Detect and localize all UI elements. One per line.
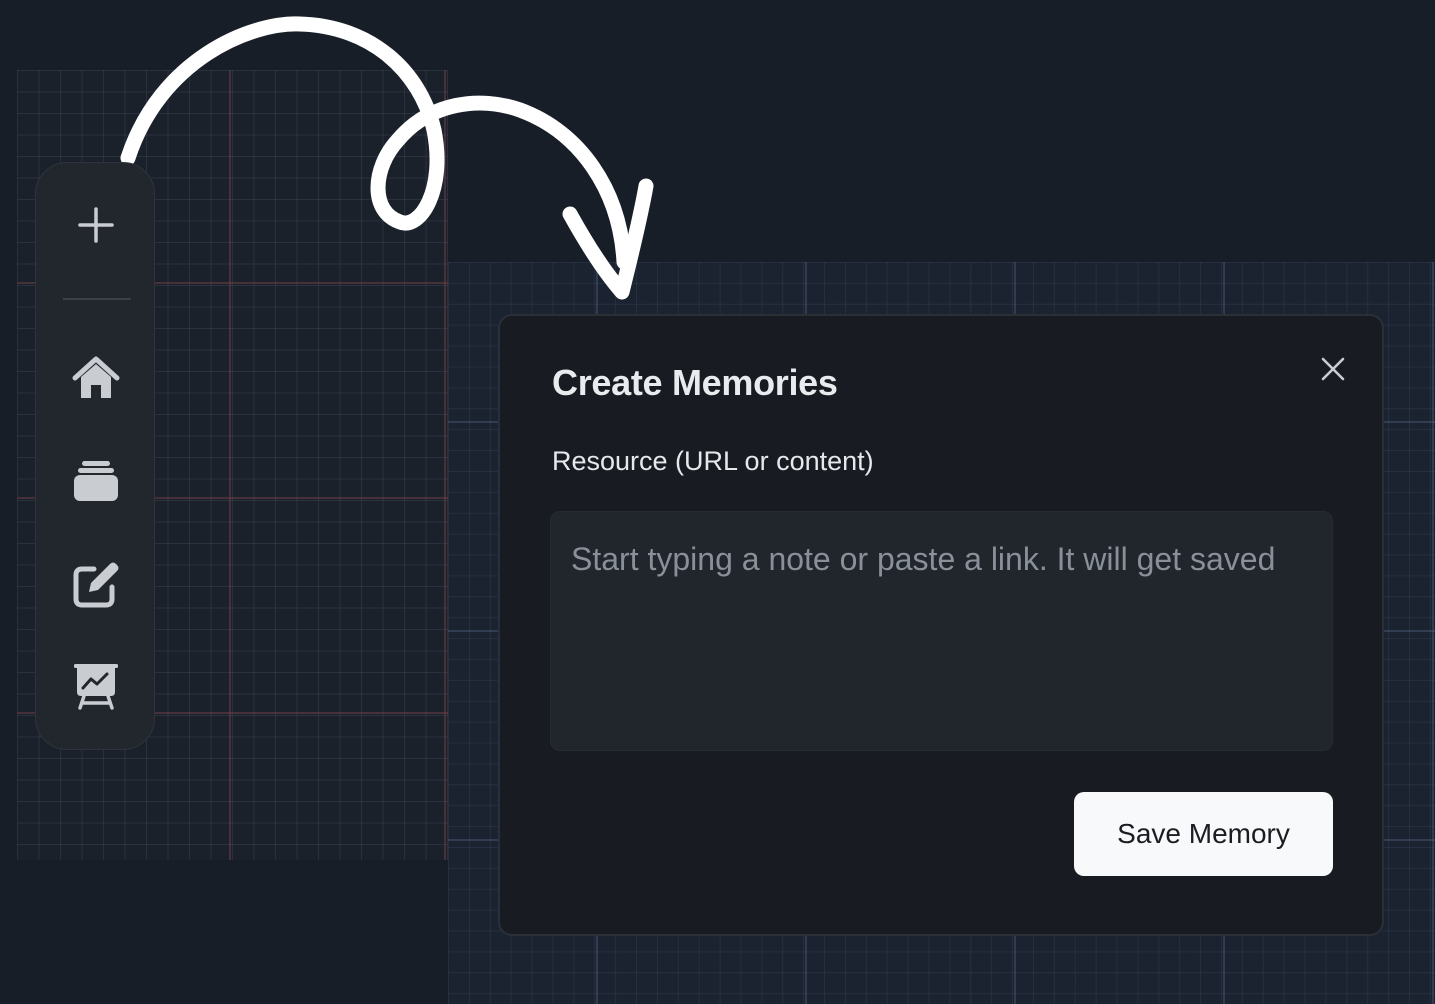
presentation-chart-icon [74, 664, 118, 710]
plus-icon [78, 207, 114, 243]
sidebar-item-canvas[interactable] [70, 660, 122, 712]
close-button[interactable] [1316, 352, 1350, 386]
edit-icon [73, 562, 119, 608]
close-icon [1321, 357, 1345, 381]
sidebar-item-home[interactable] [70, 352, 122, 404]
home-icon [72, 356, 120, 398]
dialog-title: Create Memories [552, 362, 838, 403]
add-button[interactable] [70, 199, 122, 251]
create-memories-dialog: Create Memories Resource (URL or content… [498, 314, 1384, 936]
sidebar [35, 162, 155, 750]
save-memory-button[interactable]: Save Memory [1074, 792, 1333, 876]
resource-input[interactable] [550, 511, 1333, 751]
stack-icon [74, 461, 118, 501]
sidebar-item-notes[interactable] [70, 559, 122, 611]
sidebar-divider [63, 298, 131, 300]
resource-field-label: Resource (URL or content) [552, 446, 874, 476]
sidebar-item-memories[interactable] [70, 455, 122, 507]
